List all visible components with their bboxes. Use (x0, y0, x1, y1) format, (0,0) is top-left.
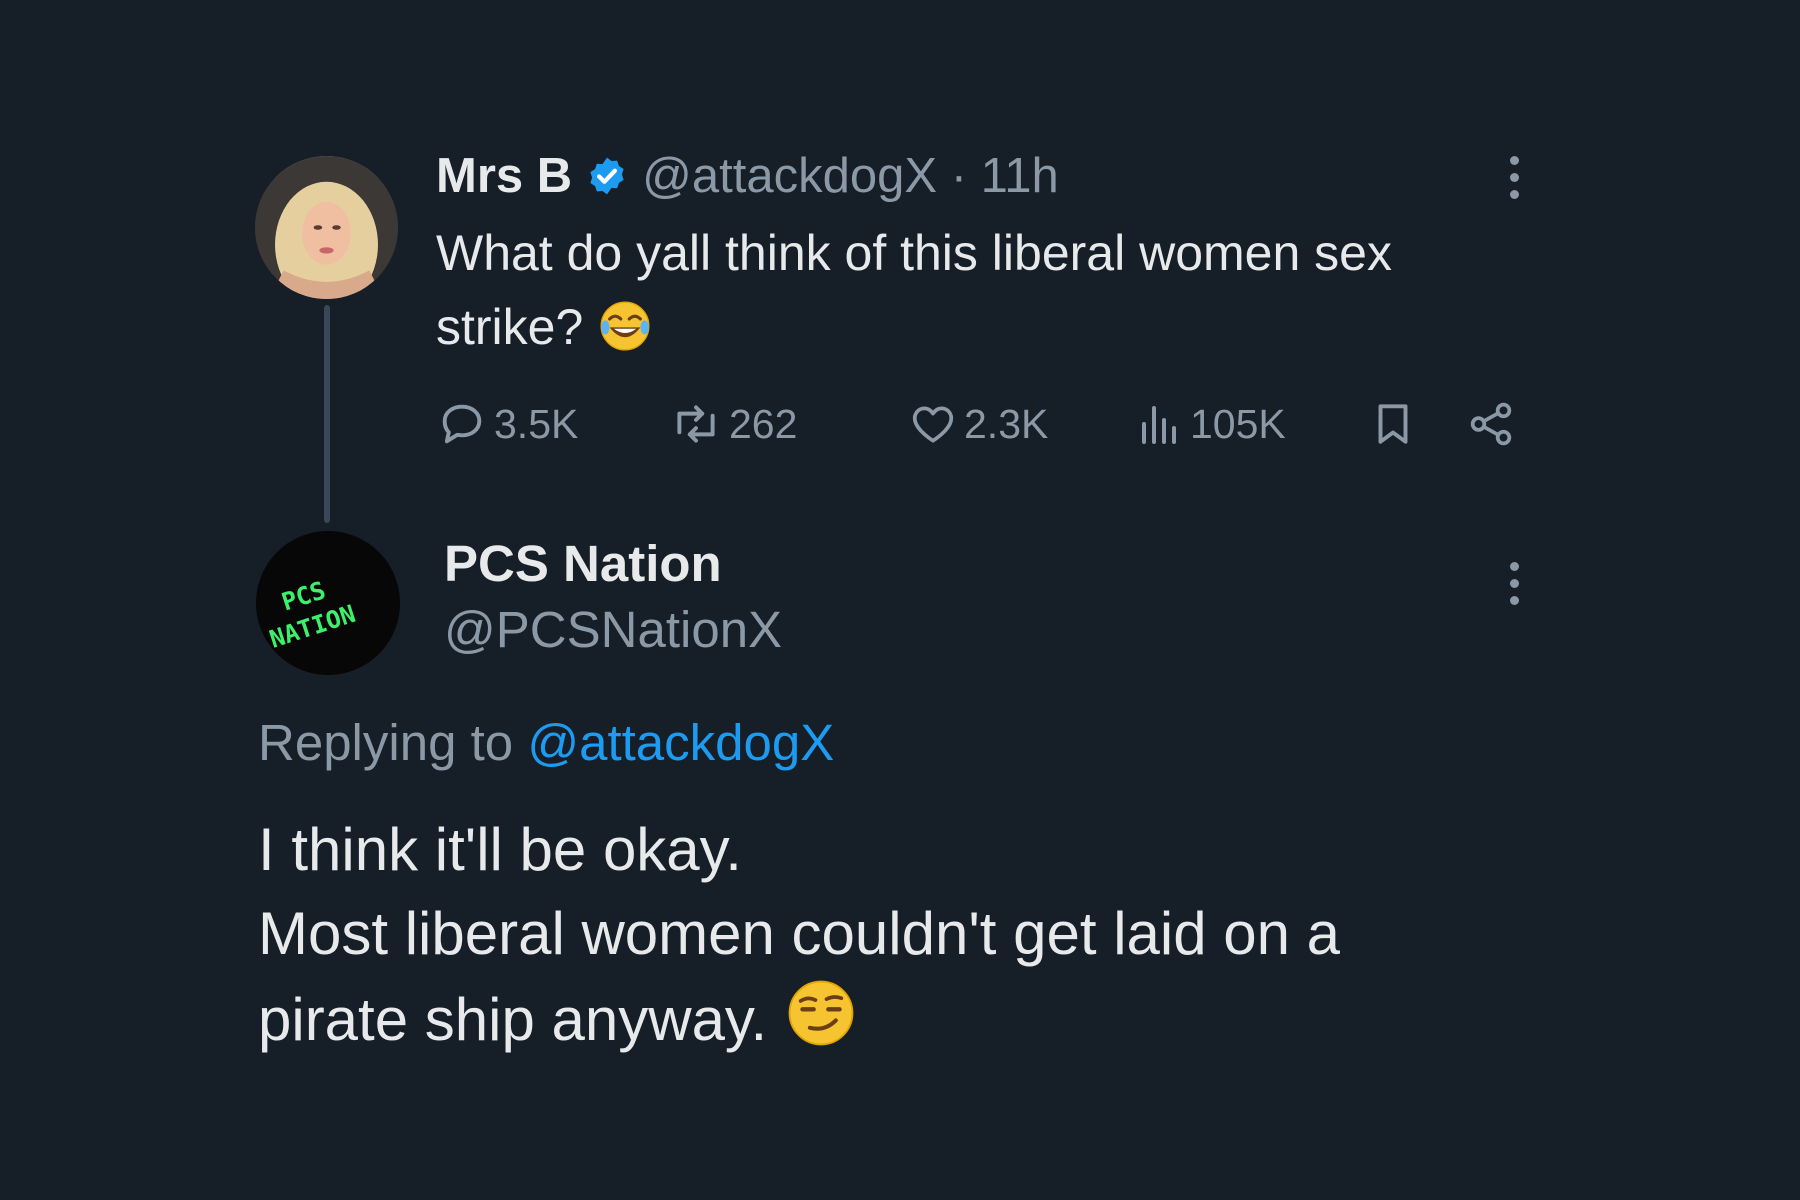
parent-display-name[interactable]: Mrs B (436, 148, 572, 204)
smirking-face-emoji-icon (788, 980, 854, 1046)
tears-of-joy-emoji-icon (600, 301, 650, 351)
separator-dot: · (950, 149, 968, 203)
reply-text-line-3-words: pirate ship anyway. (258, 986, 768, 1053)
like-count: 2.3K (964, 400, 1049, 447)
verified-badge-icon (590, 157, 624, 195)
repost-icon (677, 405, 715, 443)
reply-count: 3.5K (494, 400, 579, 447)
like-action[interactable]: 2.3K (908, 394, 1048, 454)
bookmark-action[interactable] (1368, 394, 1418, 454)
parent-text-line-2: strike? (436, 290, 1516, 364)
like-icon (912, 406, 954, 443)
views-icon (1142, 406, 1176, 444)
more-icon[interactable] (1506, 156, 1522, 199)
reply-text-line-1: I think it'll be okay. (258, 816, 742, 883)
avatar-pcs-nation[interactable]: PCS NATION (256, 531, 400, 675)
share-action[interactable] (1466, 394, 1516, 454)
parent-text-line-2-words: strike? (436, 299, 584, 355)
pcs-nation-logo-image: PCS NATION (256, 531, 400, 675)
avatar-portrait-image (255, 156, 398, 299)
parent-tweet-text: What do yall think of this liberal women… (436, 216, 1516, 364)
repost-action[interactable]: 262 (669, 394, 797, 454)
reply-action[interactable]: 3.5K (436, 394, 578, 454)
replying-to-label: Replying to (258, 714, 528, 771)
thread-connector-line (324, 305, 330, 523)
reply-display-name[interactable]: PCS Nation (444, 534, 722, 593)
reply-handle[interactable]: @PCSNationX (444, 600, 782, 659)
tweet-action-bar: 3.5K 262 2.3K 105K (436, 394, 1516, 454)
views-action[interactable]: 105K (1136, 394, 1286, 454)
parent-handle[interactable]: @attackdogX (642, 149, 937, 203)
reply-text-line-2: Most liberal women couldn't get laid on … (258, 900, 1341, 967)
views-count: 105K (1190, 400, 1286, 447)
tweet-thread-screen: Mrs B @attackdogX · 11h What do yall thi… (0, 0, 1800, 1200)
parent-timestamp[interactable]: 11h (981, 149, 1059, 203)
reply-icon (442, 404, 482, 444)
parent-text-line-1: What do yall think of this liberal women… (436, 225, 1392, 281)
replying-to-mention[interactable]: @attackdogX (527, 714, 834, 771)
repost-count: 262 (729, 400, 798, 447)
reply-text-line-3: pirate ship anyway. (258, 976, 1558, 1062)
share-icon (1470, 402, 1512, 446)
more-icon[interactable] (1506, 562, 1522, 605)
reply-tweet-text: I think it'll be okay. Most liberal wome… (258, 808, 1558, 1062)
replying-to-line: Replying to @attackdogX (258, 713, 834, 772)
parent-handle-time: @attackdogX · 11h (642, 148, 1059, 204)
avatar-mrs-b[interactable] (255, 156, 398, 299)
bookmark-icon (1378, 404, 1408, 444)
parent-tweet-header: Mrs B @attackdogX · 11h (436, 146, 1059, 206)
